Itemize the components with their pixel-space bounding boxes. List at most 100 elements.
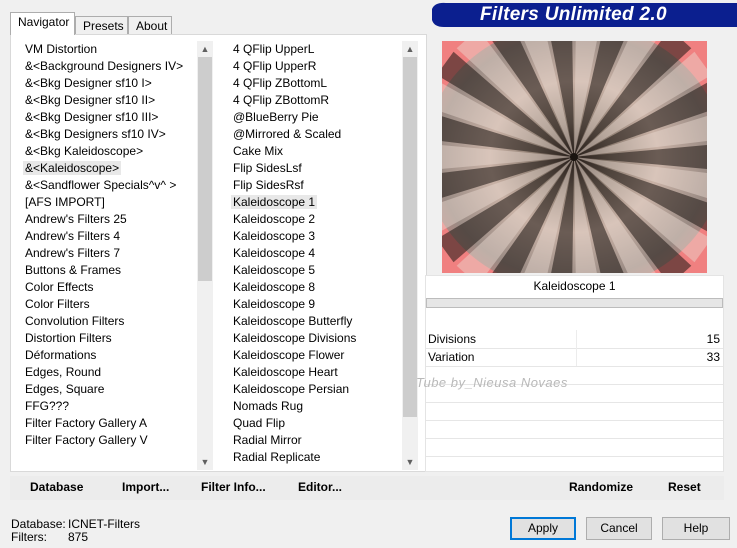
preview-filter-name: Kaleidoscope 1	[533, 279, 616, 293]
tab-about-label: About	[136, 19, 168, 33]
category-item[interactable]: Distortion Filters	[17, 330, 197, 347]
category-item[interactable]: Déformations	[17, 347, 197, 364]
category-item[interactable]: Edges, Square	[17, 381, 197, 398]
param-label: Divisions	[428, 332, 477, 346]
filter-item[interactable]: Kaleidoscope 2	[225, 211, 402, 228]
filter-item[interactable]: 4 QFlip UpperL	[225, 41, 402, 58]
category-item[interactable]: Andrew's Filters 4	[17, 228, 197, 245]
filter-item[interactable]: Kaleidoscope 8	[225, 279, 402, 296]
list-item-label: [AFS IMPORT]	[25, 195, 105, 209]
category-item[interactable]: [AFS IMPORT]	[17, 194, 197, 211]
list-item-label: &<Bkg Designer sf10 II>	[25, 93, 156, 107]
reset-button[interactable]: Reset	[668, 476, 701, 498]
scroll-down-icon[interactable]: ▼	[402, 454, 418, 470]
param-row-variation[interactable]: Variation 33	[426, 348, 723, 367]
category-item[interactable]: &<Bkg Designers sf10 IV>	[17, 126, 197, 143]
tab-about[interactable]: About	[128, 16, 172, 34]
list-item-label: Kaleidoscope 2	[233, 212, 316, 226]
status-filters-value: 875	[68, 530, 89, 544]
list-item-label: &<Bkg Designer sf10 I>	[25, 76, 152, 90]
filter-item[interactable]: @Mirrored & Scaled	[225, 126, 402, 143]
list-item-label: Flip SidesLsf	[233, 161, 302, 175]
filter-item[interactable]: Kaleidoscope 9	[225, 296, 402, 313]
filter-item[interactable]: Kaleidoscope 4	[225, 245, 402, 262]
filter-list[interactable]: 4 QFlip UpperL 4 QFlip UpperR 4 QFlip ZBot…	[225, 41, 418, 470]
filter-item[interactable]: Radial Replicate	[225, 449, 402, 466]
list-item-label: Convolution Filters	[25, 314, 125, 328]
param-row-empty	[426, 420, 723, 439]
list-item-label: Cake Mix	[233, 144, 284, 158]
category-item[interactable]: Filter Factory Gallery V	[17, 432, 197, 449]
category-scrollbar[interactable]: ▲ ▼	[197, 41, 213, 470]
filter-item[interactable]: Kaleidoscope 5	[225, 262, 402, 279]
filter-item[interactable]: Kaleidoscope Persian	[225, 381, 402, 398]
randomize-button[interactable]: Randomize	[569, 476, 633, 498]
category-item[interactable]: &<Bkg Kaleidoscope>	[17, 143, 197, 160]
list-item-label: Kaleidoscope Flower	[233, 348, 345, 362]
category-item[interactable]: Buttons & Frames	[17, 262, 197, 279]
list-item-label: Kaleidoscope Butterfly	[233, 314, 353, 328]
help-button[interactable]: Help	[662, 517, 730, 540]
list-item-label: Filter Factory Gallery A	[25, 416, 148, 430]
filter-item[interactable]: 4 QFlip ZBottomL	[225, 75, 402, 92]
tab-presets[interactable]: Presets	[75, 16, 128, 34]
category-item[interactable]: Andrew's Filters 25	[17, 211, 197, 228]
filter-item[interactable]: 4 QFlip ZBottomR	[225, 92, 402, 109]
preview-progress-bar	[426, 298, 723, 308]
category-item[interactable]: Filter Factory Gallery A	[17, 415, 197, 432]
filter-scrollbar[interactable]: ▲ ▼	[402, 41, 418, 470]
filter-info-button[interactable]: Filter Info...	[201, 476, 266, 498]
category-item[interactable]: &<Bkg Designer sf10 II>	[17, 92, 197, 109]
database-button[interactable]: Database	[30, 476, 83, 498]
scroll-thumb[interactable]	[198, 57, 212, 281]
list-item-label: Kaleidoscope 9	[233, 297, 316, 311]
import-button[interactable]: Import...	[122, 476, 169, 498]
category-item[interactable]: Edges, Round	[17, 364, 197, 381]
list-item-label: VM Distortion	[25, 42, 98, 56]
editor-button[interactable]: Editor...	[298, 476, 342, 498]
param-row-divisions[interactable]: Divisions 15	[426, 330, 723, 349]
category-item[interactable]: Andrew's Filters 7	[17, 245, 197, 262]
filter-item[interactable]: Kaleidoscope Divisions	[225, 330, 402, 347]
filter-item[interactable]: Nomads Rug	[225, 398, 402, 415]
list-item-label: &<Background Designers IV>	[25, 59, 184, 73]
status-database-label: Database:	[11, 517, 66, 531]
filter-item[interactable]: Radial Mirror	[225, 432, 402, 449]
category-item[interactable]: &<Background Designers IV>	[17, 58, 197, 75]
category-item[interactable]: &<Bkg Designer sf10 III>	[17, 109, 197, 126]
filter-item[interactable]: Kaleidoscope Butterfly	[225, 313, 402, 330]
filter-item[interactable]: @BlueBerry Pie	[225, 109, 402, 126]
category-list[interactable]: VM Distortion &<Background Designers IV> &…	[17, 41, 213, 470]
category-item[interactable]: Convolution Filters	[17, 313, 197, 330]
scroll-up-icon[interactable]: ▲	[197, 41, 213, 57]
param-value[interactable]: 15	[707, 332, 720, 346]
filter-item[interactable]: Kaleidoscope 1	[225, 194, 402, 211]
filter-item[interactable]: Kaleidoscope Flower	[225, 347, 402, 364]
app-title: Filters Unlimited 2.0	[480, 4, 667, 25]
list-item-label: Kaleidoscope 1	[231, 195, 318, 209]
filter-item[interactable]: Cake Mix	[225, 143, 402, 160]
tab-navigator[interactable]: Navigator	[10, 12, 75, 35]
filter-item[interactable]: Kaleidoscope Heart	[225, 364, 402, 381]
category-item[interactable]: &<Kaleidoscope>	[17, 160, 197, 177]
category-item[interactable]: Color Filters	[17, 296, 197, 313]
category-item[interactable]: VM Distortion	[17, 41, 197, 58]
category-item[interactable]: FFG???	[17, 398, 197, 415]
category-item[interactable]: &<Sandflower Specials^v^ >	[17, 177, 197, 194]
category-item[interactable]: &<Bkg Designer sf10 I>	[17, 75, 197, 92]
apply-button[interactable]: Apply	[510, 517, 576, 540]
filter-item[interactable]: Flip SidesRsf	[225, 177, 402, 194]
filter-item[interactable]: Kaleidoscope 3	[225, 228, 402, 245]
filter-item[interactable]: Flip SidesLsf	[225, 160, 402, 177]
scroll-thumb[interactable]	[403, 57, 417, 417]
filter-item[interactable]: 4 QFlip UpperR	[225, 58, 402, 75]
scroll-up-icon[interactable]: ▲	[402, 41, 418, 57]
filter-item[interactable]: Quad Flip	[225, 415, 402, 432]
cancel-button[interactable]: Cancel	[586, 517, 652, 540]
list-item-label: 4 QFlip ZBottomL	[233, 76, 328, 90]
scroll-down-icon[interactable]: ▼	[197, 454, 213, 470]
param-value[interactable]: 33	[707, 350, 720, 364]
list-item-label: Kaleidoscope Heart	[233, 365, 338, 379]
category-item[interactable]: Color Effects	[17, 279, 197, 296]
list-item-label: &<Bkg Designer sf10 III>	[25, 110, 159, 124]
